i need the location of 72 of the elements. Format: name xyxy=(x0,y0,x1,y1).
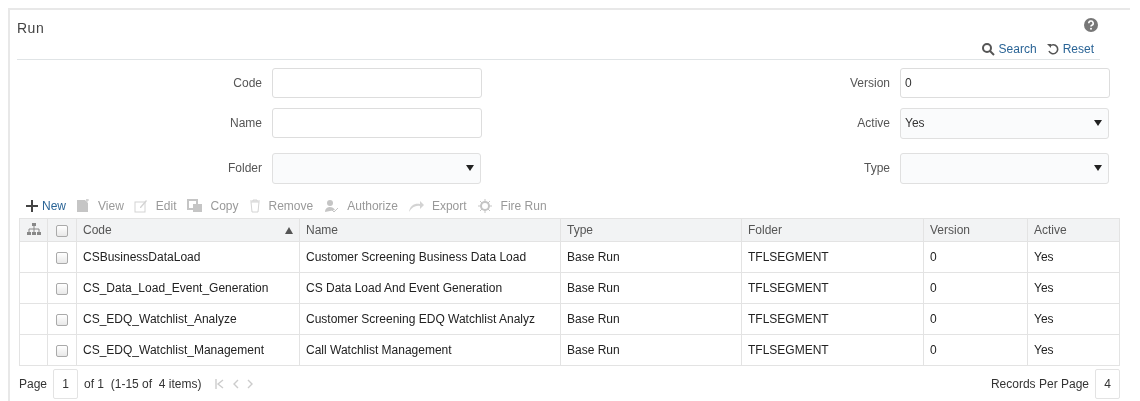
dropdown-field[interactable]: Yes xyxy=(900,107,1109,139)
page-label: Page xyxy=(19,377,48,391)
field-label: Folder xyxy=(227,161,262,175)
field-label: Version xyxy=(848,76,890,90)
checkbox[interactable] xyxy=(56,251,68,264)
copy-icon xyxy=(186,199,203,213)
document-icon xyxy=(76,199,90,213)
curved-arrow-icon xyxy=(407,199,424,213)
page-title: Run xyxy=(17,20,45,36)
reset-link[interactable]: Reset xyxy=(1046,42,1094,56)
table-cell: Customer Screening EDQ Watchlist Analyz xyxy=(299,303,561,335)
checkbox[interactable] xyxy=(56,282,68,295)
records-per-page-label: Records Per Page xyxy=(990,377,1089,391)
table-cell: Base Run xyxy=(560,272,742,304)
dropdown-arrow-icon xyxy=(1094,120,1102,126)
reset-icon xyxy=(1046,43,1059,55)
plus-icon xyxy=(26,200,38,212)
trash-icon xyxy=(248,199,261,213)
table-cell: CS_Data_Load_Event_Generation xyxy=(76,272,300,304)
gear-icon xyxy=(476,199,493,213)
page-number-field[interactable]: 1 xyxy=(53,369,79,399)
table-cell: TFLSEGMENT xyxy=(741,272,924,304)
table-cell: Base Run xyxy=(560,303,742,335)
table-cell: Yes xyxy=(1027,272,1120,304)
table-cell: CSBusinessDataLoad xyxy=(76,241,300,273)
person-check-icon xyxy=(323,199,340,213)
table-cell: TFLSEGMENT xyxy=(741,241,924,273)
table-cell: TFLSEGMENT xyxy=(741,303,924,335)
field-label: Code xyxy=(232,76,262,90)
search-icon xyxy=(981,42,995,56)
table-cell: Yes xyxy=(1027,241,1120,273)
checkbox[interactable] xyxy=(56,313,68,326)
table-cell: 0 xyxy=(923,303,1028,335)
dropdown-field[interactable] xyxy=(900,152,1109,184)
field-label: Name xyxy=(229,116,262,130)
table-cell: Call Watchlist Management xyxy=(299,334,561,366)
next-page-icon[interactable] xyxy=(247,379,255,389)
column-header[interactable]: Name xyxy=(306,223,338,237)
field-label: Type xyxy=(863,161,890,175)
field-label: Active xyxy=(856,116,890,130)
table-cell: Yes xyxy=(1027,334,1120,366)
text-field[interactable] xyxy=(272,108,482,138)
search-link[interactable]: Search xyxy=(981,42,1037,56)
dropdown-arrow-icon xyxy=(466,165,474,171)
table-cell: 0 xyxy=(923,241,1028,273)
table-cell: Yes xyxy=(1027,303,1120,335)
page-summary: of 1 (1-15 of 4 items) xyxy=(84,377,202,391)
pencil-icon xyxy=(133,199,148,213)
table-cell: 0 xyxy=(923,272,1028,304)
table-cell: Customer Screening Business Data Load xyxy=(299,241,561,273)
table-cell: CS Data Load And Event Generation xyxy=(299,272,561,304)
column-header[interactable]: Folder xyxy=(748,223,782,237)
text-field[interactable] xyxy=(272,68,482,98)
dropdown-arrow-icon xyxy=(1094,165,1102,171)
new-button[interactable]: New xyxy=(26,199,72,213)
table-cell: Base Run xyxy=(560,241,742,273)
table-cell: TFLSEGMENT xyxy=(741,334,924,366)
help-icon[interactable] xyxy=(1084,18,1098,32)
dropdown-field[interactable] xyxy=(272,152,481,184)
column-header[interactable]: Code xyxy=(83,223,112,237)
records-per-page-field[interactable]: 4 xyxy=(1095,369,1120,399)
first-page-icon[interactable] xyxy=(215,379,225,389)
previous-page-icon[interactable] xyxy=(232,379,240,389)
hierarchy-icon[interactable] xyxy=(26,222,41,235)
table-cell: CS_EDQ_Watchlist_Analyze xyxy=(76,303,300,335)
column-header[interactable]: Type xyxy=(567,223,593,237)
text-field[interactable]: 0 xyxy=(900,68,1110,98)
checkbox[interactable] xyxy=(56,224,68,237)
checkbox[interactable] xyxy=(56,344,68,357)
table-cell: 0 xyxy=(923,334,1028,366)
table-cell: Base Run xyxy=(560,334,742,366)
table-cell: CS_EDQ_Watchlist_Management xyxy=(76,334,300,366)
